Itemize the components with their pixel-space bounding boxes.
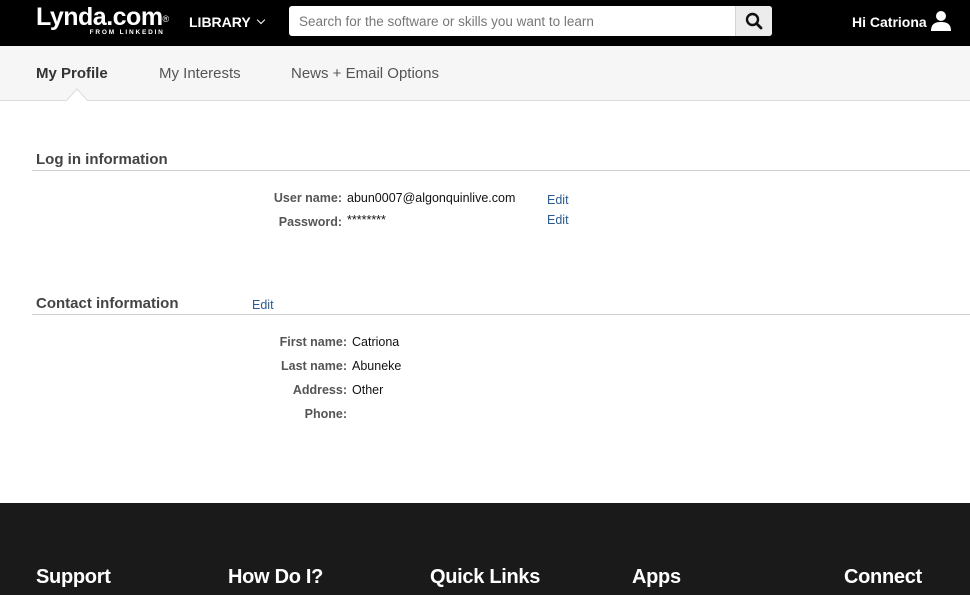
login-section-title: Log in information [36, 151, 168, 168]
address-value: Other [352, 383, 384, 397]
footer-heading-quick-links[interactable]: Quick Links [430, 566, 540, 589]
library-label: LIBRARY [189, 14, 251, 30]
footer-heading-apps[interactable]: Apps [632, 566, 681, 589]
tab-my-interests[interactable]: My Interests [159, 65, 241, 82]
user-icon[interactable] [930, 10, 952, 32]
address-label: Address: [292, 383, 347, 397]
edit-username-link[interactable]: Edit [547, 193, 569, 207]
footer-heading-support[interactable]: Support [36, 566, 111, 589]
active-tab-indicator [66, 88, 88, 101]
search-input[interactable] [289, 6, 735, 36]
username-value: abun0007@algonquinlive.com [347, 191, 516, 205]
edit-password-link[interactable]: Edit [547, 213, 569, 227]
chevron-down-icon [256, 15, 265, 25]
first-name-value: Catriona [352, 335, 400, 349]
footer-heading-connect[interactable]: Connect [844, 566, 922, 589]
profile-tabs: My Profile My Interests News + Email Opt… [0, 46, 970, 101]
footer-heading-how-do-i[interactable]: How Do I? [228, 566, 323, 589]
search-button[interactable] [735, 6, 772, 36]
search-icon [745, 12, 763, 30]
logo-registered-mark: ® [162, 14, 170, 24]
tab-news-email-options[interactable]: News + Email Options [291, 65, 439, 82]
password-label: Password: [278, 215, 342, 229]
last-name-label: Last name: [281, 359, 347, 373]
site-footer: Support How Do I? Quick Links Apps Conne… [0, 503, 970, 595]
phone-label: Phone: [304, 407, 347, 421]
login-divider [32, 170, 970, 171]
top-navigation-bar: Lynda.com® FROM LINKEDIN LIBRARY Hi Catr… [0, 0, 970, 46]
tab-my-profile[interactable]: My Profile [36, 65, 108, 82]
contact-section-title: Contact information [36, 295, 179, 312]
logo-wordmark: Lynda.com [36, 3, 163, 31]
last-name-value: Abuneke [352, 359, 402, 373]
password-value: ******** [347, 213, 386, 227]
first-name-label: First name: [279, 335, 347, 349]
user-greeting[interactable]: Hi Catriona [852, 14, 927, 30]
library-menu[interactable]: LIBRARY [189, 14, 265, 30]
lynda-logo[interactable]: Lynda.com® FROM LINKEDIN [36, 4, 169, 36]
edit-contact-link[interactable]: Edit [252, 298, 274, 312]
search-box [289, 6, 772, 36]
username-label: User name: [273, 191, 342, 205]
contact-divider [32, 314, 970, 315]
